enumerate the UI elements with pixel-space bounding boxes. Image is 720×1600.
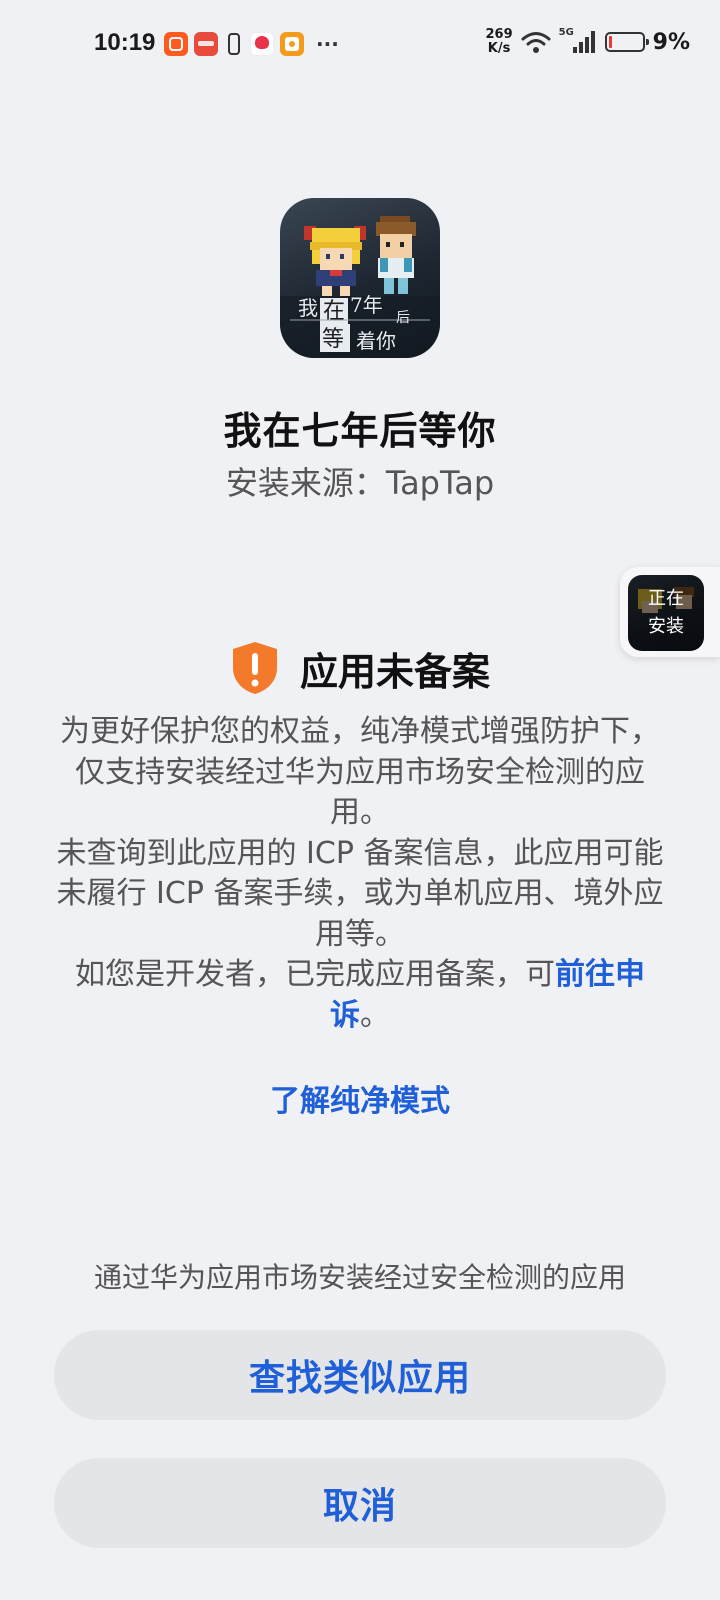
warning-paragraph-3: 如您是开发者，已完成应用备案，可前往申诉。 (56, 955, 664, 1036)
battery-icon (604, 32, 649, 52)
app-icon-art: 我 在 7年 后 等 着你 (280, 216, 440, 358)
phone-icon (228, 33, 240, 55)
net-speed: 269 K/s (486, 28, 513, 56)
installing-label-line1: 正在 (648, 588, 684, 609)
find-similar-apps-button[interactable]: 查找类似应用 (54, 1330, 666, 1420)
net-speed-value: 269 (485, 27, 513, 42)
battery-cap (645, 39, 649, 45)
svg-text:我: 我 (298, 296, 318, 320)
installing-label-line2: 安装 (648, 616, 684, 637)
bottom-hint: 通过华为应用市场安装经过安全检测的应用 (93, 1261, 626, 1294)
install-source: 安装来源：TapTap (225, 464, 495, 502)
battery-percent: 9% (652, 29, 690, 55)
status-bar: 10:19 ··· 269 K/s 5G 9% (0, 24, 720, 64)
warning-shield-icon (232, 642, 277, 694)
status-time: 10:19 (94, 29, 156, 56)
notification-icons: ··· (164, 32, 339, 56)
battery-fill (608, 36, 612, 48)
svg-text:着你: 着你 (356, 329, 396, 353)
svg-text:7年: 7年 (350, 293, 383, 317)
signal-icon: 5G (559, 27, 597, 55)
learn-pure-mode-link[interactable]: 了解纯净模式 (0, 1076, 720, 1120)
cancel-button[interactable]: 取消 (54, 1458, 666, 1548)
status-right: 269 K/s 5G 9% (486, 27, 691, 56)
wifi-icon (521, 32, 551, 53)
orange-app-icon (280, 32, 304, 56)
svg-text:等: 等 (322, 327, 344, 352)
svg-text:在: 在 (323, 299, 345, 324)
warning-paragraph-3-suffix: 。 (360, 997, 390, 1033)
warning-title: 应用未备案 (299, 649, 490, 694)
huawei-appgallery-icon (194, 32, 218, 56)
net-speed-unit: K/s (487, 41, 511, 56)
app-icon: 我 在 7年 后 等 着你 (280, 198, 440, 358)
app-name: 我在七年后等你 (223, 409, 497, 453)
warning-header: 应用未备案 (0, 640, 720, 696)
warning-paragraph-3-prefix: 如您是开发者，已完成应用备案，可 (75, 957, 555, 992)
kuaishou-app-icon (164, 32, 188, 56)
warning-paragraph-1: 为更好保护您的权益，纯净模式增强防护下，仅支持安装经过华为应用市场安全检测的应用… (60, 714, 660, 830)
svg-text:后: 后 (396, 310, 410, 326)
more-notifications-icon: ··· (316, 32, 339, 56)
warning-body: 为更好保护您的权益，纯净模式增强防护下，仅支持安装经过华为应用市场安全检测的应用… (56, 712, 664, 1036)
warning-paragraph-2: 未查询到此应用的 ICP 备案信息，此应用可能未履行 ICP 备案手续，或为单机… (56, 835, 664, 952)
dating-app-icon (250, 32, 274, 56)
